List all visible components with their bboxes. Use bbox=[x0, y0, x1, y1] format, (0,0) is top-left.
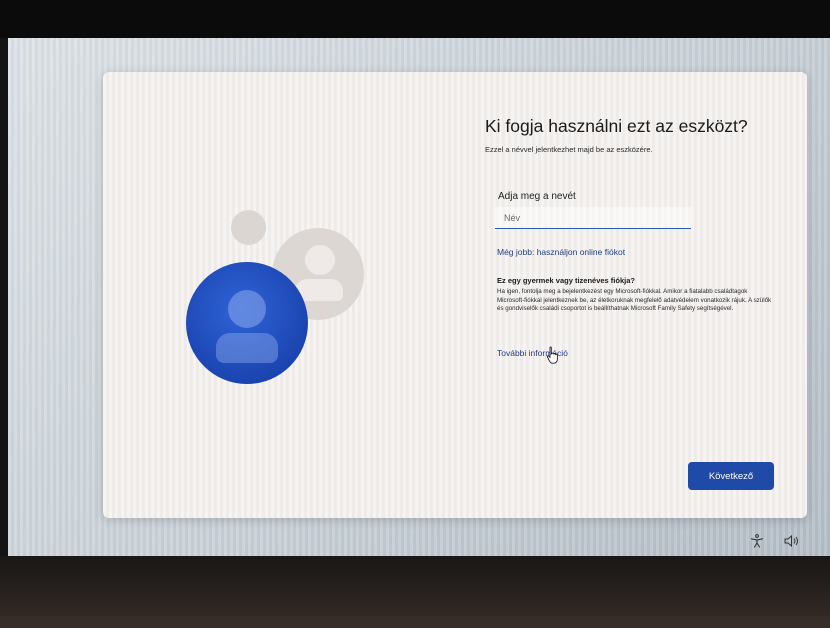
hand-cursor-icon bbox=[546, 346, 558, 364]
name-field-label: Adja meg a nevét bbox=[498, 191, 576, 202]
small-circle-decoration bbox=[231, 210, 266, 245]
setup-screen: Ki fogja használni ezt az eszközt? Ezzel… bbox=[8, 38, 830, 556]
monitor-bezel-bottom bbox=[0, 556, 830, 628]
child-account-description: Ha igen, fontolja meg a bejelentkezést e… bbox=[497, 288, 772, 313]
setup-dialog: Ki fogja használni ezt az eszközt? Ezzel… bbox=[103, 72, 807, 518]
blue-avatar-head-icon bbox=[228, 290, 266, 328]
child-account-heading: Ez egy gyermek vagy tizenéves fiókja? bbox=[497, 276, 635, 285]
name-input[interactable] bbox=[495, 207, 691, 229]
online-account-link[interactable]: Még jobb: használjon online fiókot bbox=[497, 247, 625, 257]
blue-avatar-body-icon bbox=[216, 333, 278, 363]
accessibility-icon[interactable] bbox=[750, 534, 764, 548]
user-illustration bbox=[183, 207, 383, 407]
gray-avatar-head-icon bbox=[305, 245, 335, 275]
monitor-bezel-top bbox=[0, 0, 830, 38]
volume-icon[interactable] bbox=[784, 535, 800, 547]
page-subtitle: Ezzel a névvel jelentkezhet majd be az e… bbox=[485, 145, 653, 154]
next-button[interactable]: Következő bbox=[688, 462, 774, 490]
page-title: Ki fogja használni ezt az eszközt? bbox=[485, 116, 748, 136]
